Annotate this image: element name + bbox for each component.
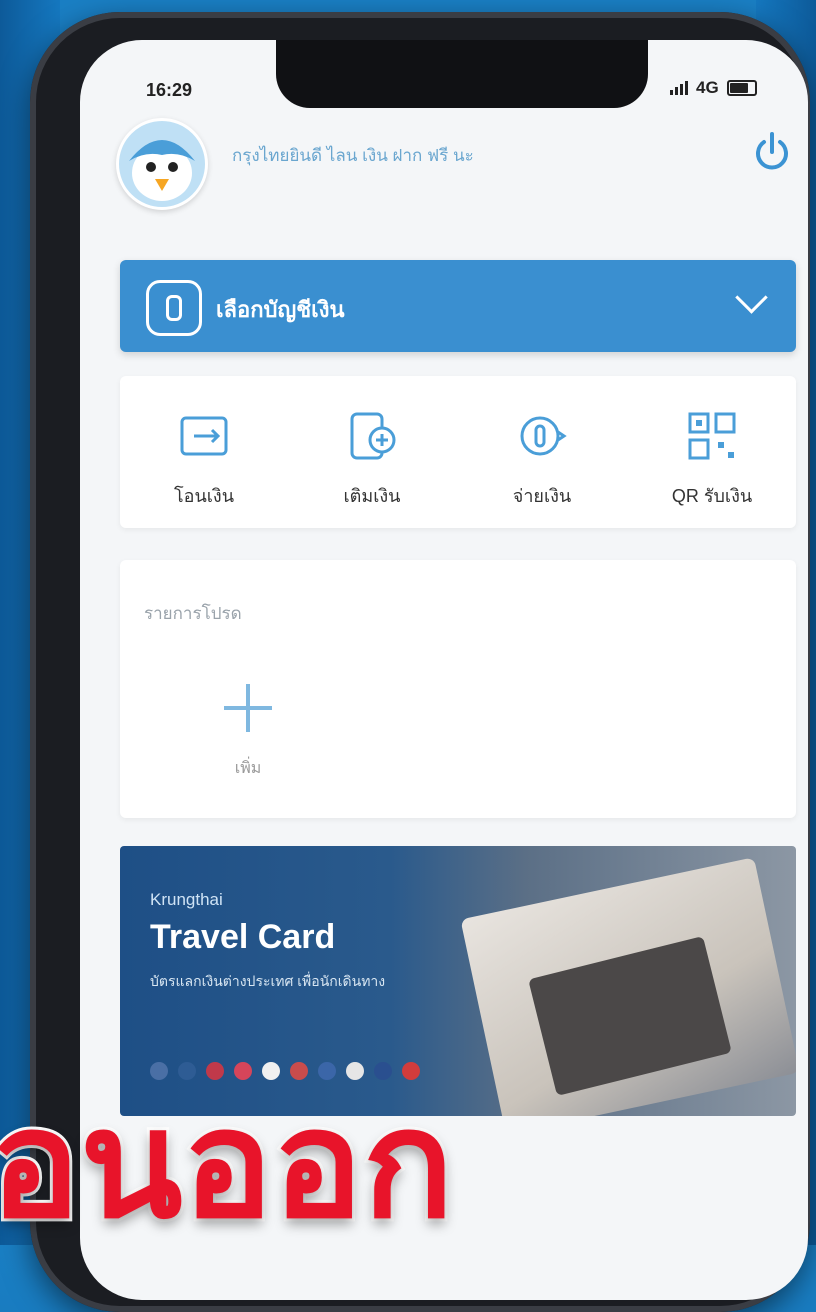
topup-icon bbox=[350, 412, 396, 460]
add-favorite-icon[interactable] bbox=[224, 684, 272, 732]
qr-icon bbox=[688, 412, 736, 460]
transfer-icon bbox=[180, 416, 228, 456]
account-selector[interactable]: เลือกบัญชีเงิน bbox=[120, 260, 796, 352]
pay-icon bbox=[520, 416, 567, 456]
banner-title: Travel Card bbox=[150, 918, 336, 956]
transfer-button[interactable]: โอนเงิน bbox=[134, 406, 274, 510]
status-time: 16:29 bbox=[146, 80, 193, 100]
pay-label: จ่ายเงิน bbox=[512, 486, 572, 506]
promo-banner[interactable]: Krungthai Travel Card บัตรแลกเงินต่างประ… bbox=[120, 846, 796, 1116]
topup-label: เติมเงิน bbox=[343, 486, 401, 506]
transfer-label: โอนเงิน bbox=[173, 486, 235, 506]
greeting-text: กรุงไทยยินดี ไลน เงิน ฝาก ฟรี นะ bbox=[232, 146, 474, 165]
avatar[interactable] bbox=[116, 118, 208, 210]
network-label: 4G bbox=[696, 78, 719, 97]
power-icon[interactable] bbox=[750, 130, 794, 174]
banner-brand: Krungthai bbox=[150, 890, 223, 909]
account-selector-label: เลือกบัญชีเงิน bbox=[216, 297, 345, 322]
quick-actions: โอนเงิน เติมเงิน จ่ายเงิน QR รับเงิน bbox=[120, 376, 796, 528]
signal-icon bbox=[670, 81, 688, 95]
chevron-down-icon bbox=[735, 281, 768, 314]
topup-button[interactable]: เติมเงิน bbox=[302, 406, 442, 510]
overlay-headline: อนออก bbox=[0, 1077, 457, 1253]
pay-button[interactable]: จ่ายเงิน bbox=[472, 406, 612, 510]
battery-icon bbox=[726, 80, 757, 96]
favorites-title: รายการโปรด bbox=[144, 604, 242, 623]
qr-receive-label: QR รับเงิน bbox=[671, 486, 753, 506]
banner-subtitle: บัตรแลกเงินต่างประเทศ เพื่อนักเดินทาง bbox=[150, 973, 386, 989]
favorites-section: รายการโปรด เพิ่ม bbox=[120, 560, 796, 818]
qr-receive-button[interactable]: QR รับเงิน bbox=[642, 406, 782, 510]
phone-notch bbox=[276, 40, 648, 108]
wallet-icon bbox=[146, 280, 202, 336]
add-favorite-label: เพิ่ม bbox=[234, 760, 262, 777]
status-indicators: 4G bbox=[670, 78, 757, 98]
bird-mascot-icon bbox=[129, 140, 195, 201]
